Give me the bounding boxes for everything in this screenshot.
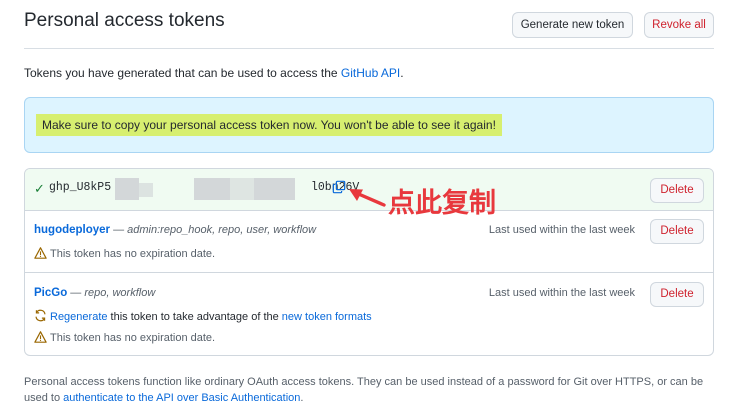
token-name-line: PicGo — repo, workflow xyxy=(34,287,155,299)
token-name-link[interactable]: PicGo xyxy=(34,287,67,299)
token-scopes: repo, workflow xyxy=(84,287,156,299)
last-used-text: Last used within the last week xyxy=(488,224,635,236)
alert-icon xyxy=(34,247,47,259)
alert-icon xyxy=(34,331,47,343)
expiration-warning-text: This token has no expiration date. xyxy=(50,332,216,344)
intro-text-suffix: . xyxy=(400,66,404,80)
footer-note: Personal access tokens function like ord… xyxy=(24,374,724,406)
intro-text: Tokens you have generated that can be us… xyxy=(24,66,404,80)
delete-token-button[interactable]: Delete xyxy=(650,219,704,244)
redacted-block xyxy=(230,178,254,200)
copy-icon[interactable] xyxy=(332,180,346,194)
token-name-link[interactable]: hugodeployer xyxy=(34,224,110,236)
regenerate-notice: Regenerate this token to take advantage … xyxy=(34,309,372,323)
github-api-link[interactable]: GitHub API xyxy=(341,66,400,80)
footer-suffix: . xyxy=(300,392,304,404)
token-prefix: ghp_U8kP5 xyxy=(49,181,112,194)
sync-icon xyxy=(35,309,46,322)
delete-new-token-button[interactable]: Delete xyxy=(650,178,704,203)
copy-token-notice: Make sure to copy your personal access t… xyxy=(24,97,714,153)
check-icon: ✓ xyxy=(34,181,45,196)
revoke-all-button[interactable]: Revoke all xyxy=(644,12,714,38)
expiration-warning-text: This token has no expiration date. xyxy=(50,248,216,260)
token-name-line: hugodeployer — admin:repo_hook, repo, us… xyxy=(34,224,316,236)
copy-token-notice-text: Make sure to copy your personal access t… xyxy=(36,114,502,136)
scopes-separator: — xyxy=(110,224,128,236)
regenerate-text: this token to take advantage of the xyxy=(107,311,282,323)
delete-token-button[interactable]: Delete xyxy=(650,282,704,307)
token-scopes: admin:repo_hook, repo, user, workflow xyxy=(127,224,317,236)
token-row: PicGo — repo, workflow Last used within … xyxy=(25,273,713,355)
redacted-block xyxy=(115,178,139,200)
page-header: Personal access tokens Generate new toke… xyxy=(24,0,714,49)
intro-text-body: Tokens you have generated that can be us… xyxy=(24,66,341,80)
annotation-label: 点此复制 xyxy=(388,188,496,219)
new-token-formats-link[interactable]: new token formats xyxy=(282,311,372,323)
regenerate-link[interactable]: Regenerate xyxy=(50,311,108,323)
page-title: Personal access tokens xyxy=(24,10,225,31)
redacted-block xyxy=(139,183,153,197)
expiration-warning: This token has no expiration date. xyxy=(34,247,215,260)
scopes-separator: — xyxy=(67,287,85,299)
basic-auth-link[interactable]: authenticate to the API over Basic Authe… xyxy=(63,392,300,404)
expiration-warning: This token has no expiration date. xyxy=(34,331,215,344)
redacted-block xyxy=(194,178,230,200)
generate-new-token-button[interactable]: Generate new token xyxy=(512,12,633,38)
last-used-text: Last used within the last week xyxy=(488,287,635,299)
redacted-block xyxy=(254,178,295,200)
